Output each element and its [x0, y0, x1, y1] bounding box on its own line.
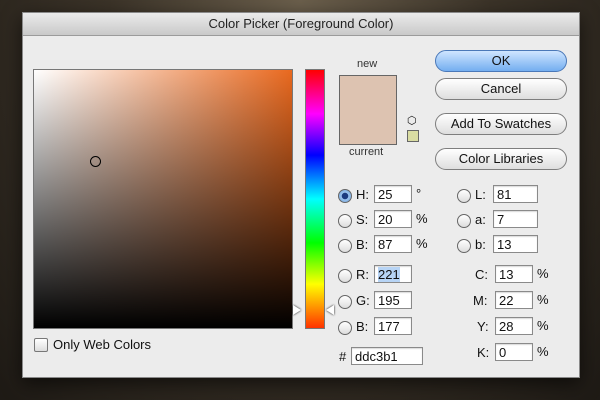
color-picker-dialog: Color Picker (Foreground Color) new curr… — [22, 12, 580, 378]
cancel-button[interactable]: Cancel — [435, 78, 567, 100]
hue-slider[interactable] — [305, 69, 325, 329]
rgb-b-label: B: — [356, 319, 369, 334]
s-label: S: — [356, 212, 369, 227]
only-web-colors-label[interactable]: Only Web Colors — [53, 337, 151, 352]
ok-button[interactable]: OK — [435, 50, 567, 72]
radio-lab-b[interactable] — [457, 239, 471, 253]
y-label: Y: — [477, 319, 489, 334]
radio-l[interactable] — [457, 189, 471, 203]
h-unit: ° — [416, 186, 422, 201]
l-input[interactable]: 81 — [493, 185, 538, 203]
radio-h[interactable] — [338, 189, 352, 203]
g-input[interactable]: 195 — [374, 291, 412, 309]
color-field[interactable] — [33, 69, 293, 329]
m-unit: % — [537, 292, 549, 307]
b-input[interactable]: 87 — [374, 235, 412, 253]
current-label: current — [349, 146, 384, 158]
radio-s[interactable] — [338, 214, 352, 228]
c-input[interactable]: 13 — [495, 265, 533, 283]
y-input[interactable]: 28 — [495, 317, 533, 335]
rgb-b-input[interactable]: 177 — [374, 317, 412, 335]
hue-slider-left-arrow-icon[interactable] — [293, 305, 301, 315]
k-unit: % — [537, 344, 549, 359]
color-libraries-button[interactable]: Color Libraries — [435, 148, 567, 170]
radio-a[interactable] — [457, 214, 471, 228]
hex-label: # — [339, 349, 347, 364]
b-unit: % — [416, 236, 428, 251]
radio-rgb-b[interactable] — [338, 321, 352, 335]
l-label: L: — [475, 187, 486, 202]
c-label: C: — [475, 267, 488, 282]
h-input[interactable]: 25 — [374, 185, 412, 203]
a-input[interactable]: 7 — [493, 210, 538, 228]
r-label: R: — [356, 267, 369, 282]
lab-b-input[interactable]: 13 — [493, 235, 538, 253]
r-value-selected: 221 — [378, 267, 400, 282]
b-label: B: — [356, 237, 369, 252]
hex-input[interactable]: ddc3b1 — [351, 347, 423, 365]
g-label: G: — [356, 293, 370, 308]
hue-slider-right-arrow-icon[interactable] — [326, 305, 334, 315]
y-unit: % — [537, 318, 549, 333]
radio-r[interactable] — [338, 269, 352, 283]
dialog-title: Color Picker (Foreground Color) — [23, 13, 579, 36]
radio-g[interactable] — [338, 295, 352, 309]
r-input[interactable]: 221 — [374, 265, 412, 283]
new-label: new — [357, 58, 378, 70]
web-safe-swatch-icon[interactable] — [407, 130, 419, 142]
s-input[interactable]: 20 — [374, 210, 412, 228]
m-input[interactable]: 22 — [495, 291, 533, 309]
s-unit: % — [416, 211, 428, 226]
c-unit: % — [537, 266, 549, 281]
lab-b-label: b: — [475, 237, 486, 252]
h-label: H: — [356, 187, 369, 202]
current-color-swatch[interactable] — [339, 114, 397, 145]
m-label: M: — [473, 293, 488, 308]
color-field-cursor[interactable] — [90, 156, 101, 167]
k-label: K: — [477, 345, 490, 360]
a-label: a: — [475, 212, 486, 227]
add-to-swatches-button[interactable]: Add To Swatches — [435, 113, 567, 135]
gamut-cube-icon[interactable]: ⬡ — [407, 114, 417, 127]
new-color-swatch — [339, 75, 397, 115]
only-web-colors-checkbox[interactable] — [34, 338, 48, 352]
k-input[interactable]: 0 — [495, 343, 533, 361]
radio-b[interactable] — [338, 239, 352, 253]
